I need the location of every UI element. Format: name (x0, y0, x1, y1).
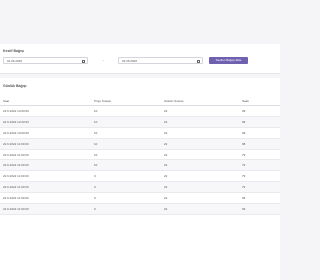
table-cell: 10 (94, 127, 164, 139)
table-cell: 22 (164, 203, 242, 215)
column-header[interactable]: Saat (0, 96, 94, 106)
table-cell: 22.6.2022 11:00:00 (0, 170, 94, 183)
end-date-value: 02.06.2026 (122, 59, 138, 63)
start-date-value: 01.06.2026 (7, 59, 23, 63)
table-row[interactable]: 22.6.2022 11:00:00 0 22 99 (0, 192, 280, 205)
table-header-row: Saat Proje Susete Göksin Susete Saatı (0, 96, 280, 106)
table-cell: 22 (164, 159, 242, 172)
column-header[interactable]: Saatı (242, 96, 280, 106)
table-cell: 22 (164, 181, 242, 194)
table-cell: 79 (242, 159, 280, 172)
table-row[interactable]: 22.6.2022 11:00:00 0 22 79 (0, 181, 280, 194)
table-cell: 22 (164, 105, 242, 117)
table-cell: 99 (242, 203, 280, 215)
table-cell: 22.6.2022 11:00:00 (0, 159, 94, 172)
table-cell: 10 (94, 149, 164, 161)
table-row[interactable]: 22.6.2022 11:00:00 0 22 99 (0, 203, 280, 215)
table-cell: 22.6.2022 11:00:00 (0, 203, 94, 215)
calendar-icon[interactable] (82, 59, 85, 63)
table-cell: 22 (164, 170, 242, 183)
table-row[interactable]: 22.6.2022 11:00:00 0 22 79 (0, 170, 280, 183)
table-cell: 0 (94, 192, 164, 205)
column-header[interactable]: Proje Susete (94, 96, 164, 106)
table-cell: 22 (164, 127, 242, 139)
end-date-field[interactable]: 02.06.2026 (118, 57, 203, 64)
table-cell: 79 (242, 181, 280, 194)
table-row[interactable]: 22.6.2022 11:00:00 10 22 79 (0, 149, 280, 161)
table-cell: 99 (242, 116, 280, 128)
table-cell: 22 (164, 138, 242, 150)
table-cell: 22.6.2022 11:00:00 (0, 149, 94, 161)
start-date-field[interactable]: 01.06.2026 (3, 57, 88, 64)
table-row[interactable]: 22.6.2022 10:00:00 10 22 99 (0, 127, 280, 139)
table-cell: 0 (94, 181, 164, 194)
date-separator: - (103, 58, 105, 62)
column-header[interactable]: Göksin Susete (164, 96, 242, 106)
table-cell: 10 (94, 159, 164, 172)
table-cell: 22.6.2022 13:00:00 (0, 105, 94, 117)
table-cell: 22 (164, 149, 242, 161)
table-cell: 0 (94, 203, 164, 215)
table-cell: 22.6.2022 11:00:00 (0, 138, 94, 150)
donation-table-card: Günlük Bağışı Saat Proje Susete Göksin S… (0, 78, 280, 280)
table-cell: 22.6.2022 11:00:00 (0, 192, 94, 205)
table-cell: 10 (94, 105, 164, 117)
table-cell: 98 (242, 138, 280, 150)
table-row[interactable]: 22.6.2022 11:00:00 10 22 98 (0, 138, 280, 150)
donation-table: Saat Proje Susete Göksin Susete Saatı 22… (0, 96, 280, 215)
table-row[interactable]: 22.6.2022 12:00:00 10 22 99 (0, 116, 280, 128)
table-cell: 99 (242, 127, 280, 139)
add-donation-button[interactable]: Seçilen Bağışı Ekle (209, 57, 248, 64)
filter-title: Kesilf Bağışı (3, 49, 25, 53)
table-cell: 22.6.2022 12:00:00 (0, 116, 94, 128)
table-cell: 10 (94, 116, 164, 128)
table-cell: 22.6.2022 10:00:00 (0, 127, 94, 139)
table-cell: 79 (242, 170, 280, 183)
table-cell: 22.6.2022 11:00:00 (0, 181, 94, 194)
table-cell: 22 (164, 192, 242, 205)
table-cell: 99 (242, 192, 280, 205)
table-title: Günlük Bağışı (3, 84, 27, 88)
table-cell: 99 (242, 105, 280, 117)
table-cell: 79 (242, 149, 280, 161)
table-row[interactable]: 22.6.2022 11:00:00 10 22 79 (0, 159, 280, 172)
filter-card: Kesilf Bağışı 01.06.2026 - 02.06.2026 Se… (0, 44, 280, 74)
table-cell: 0 (94, 170, 164, 183)
table-cell: 10 (94, 138, 164, 150)
table-row[interactable]: 22.6.2022 13:00:00 10 22 99 (0, 105, 280, 117)
table-cell: 22 (164, 116, 242, 128)
calendar-icon[interactable] (197, 59, 200, 63)
